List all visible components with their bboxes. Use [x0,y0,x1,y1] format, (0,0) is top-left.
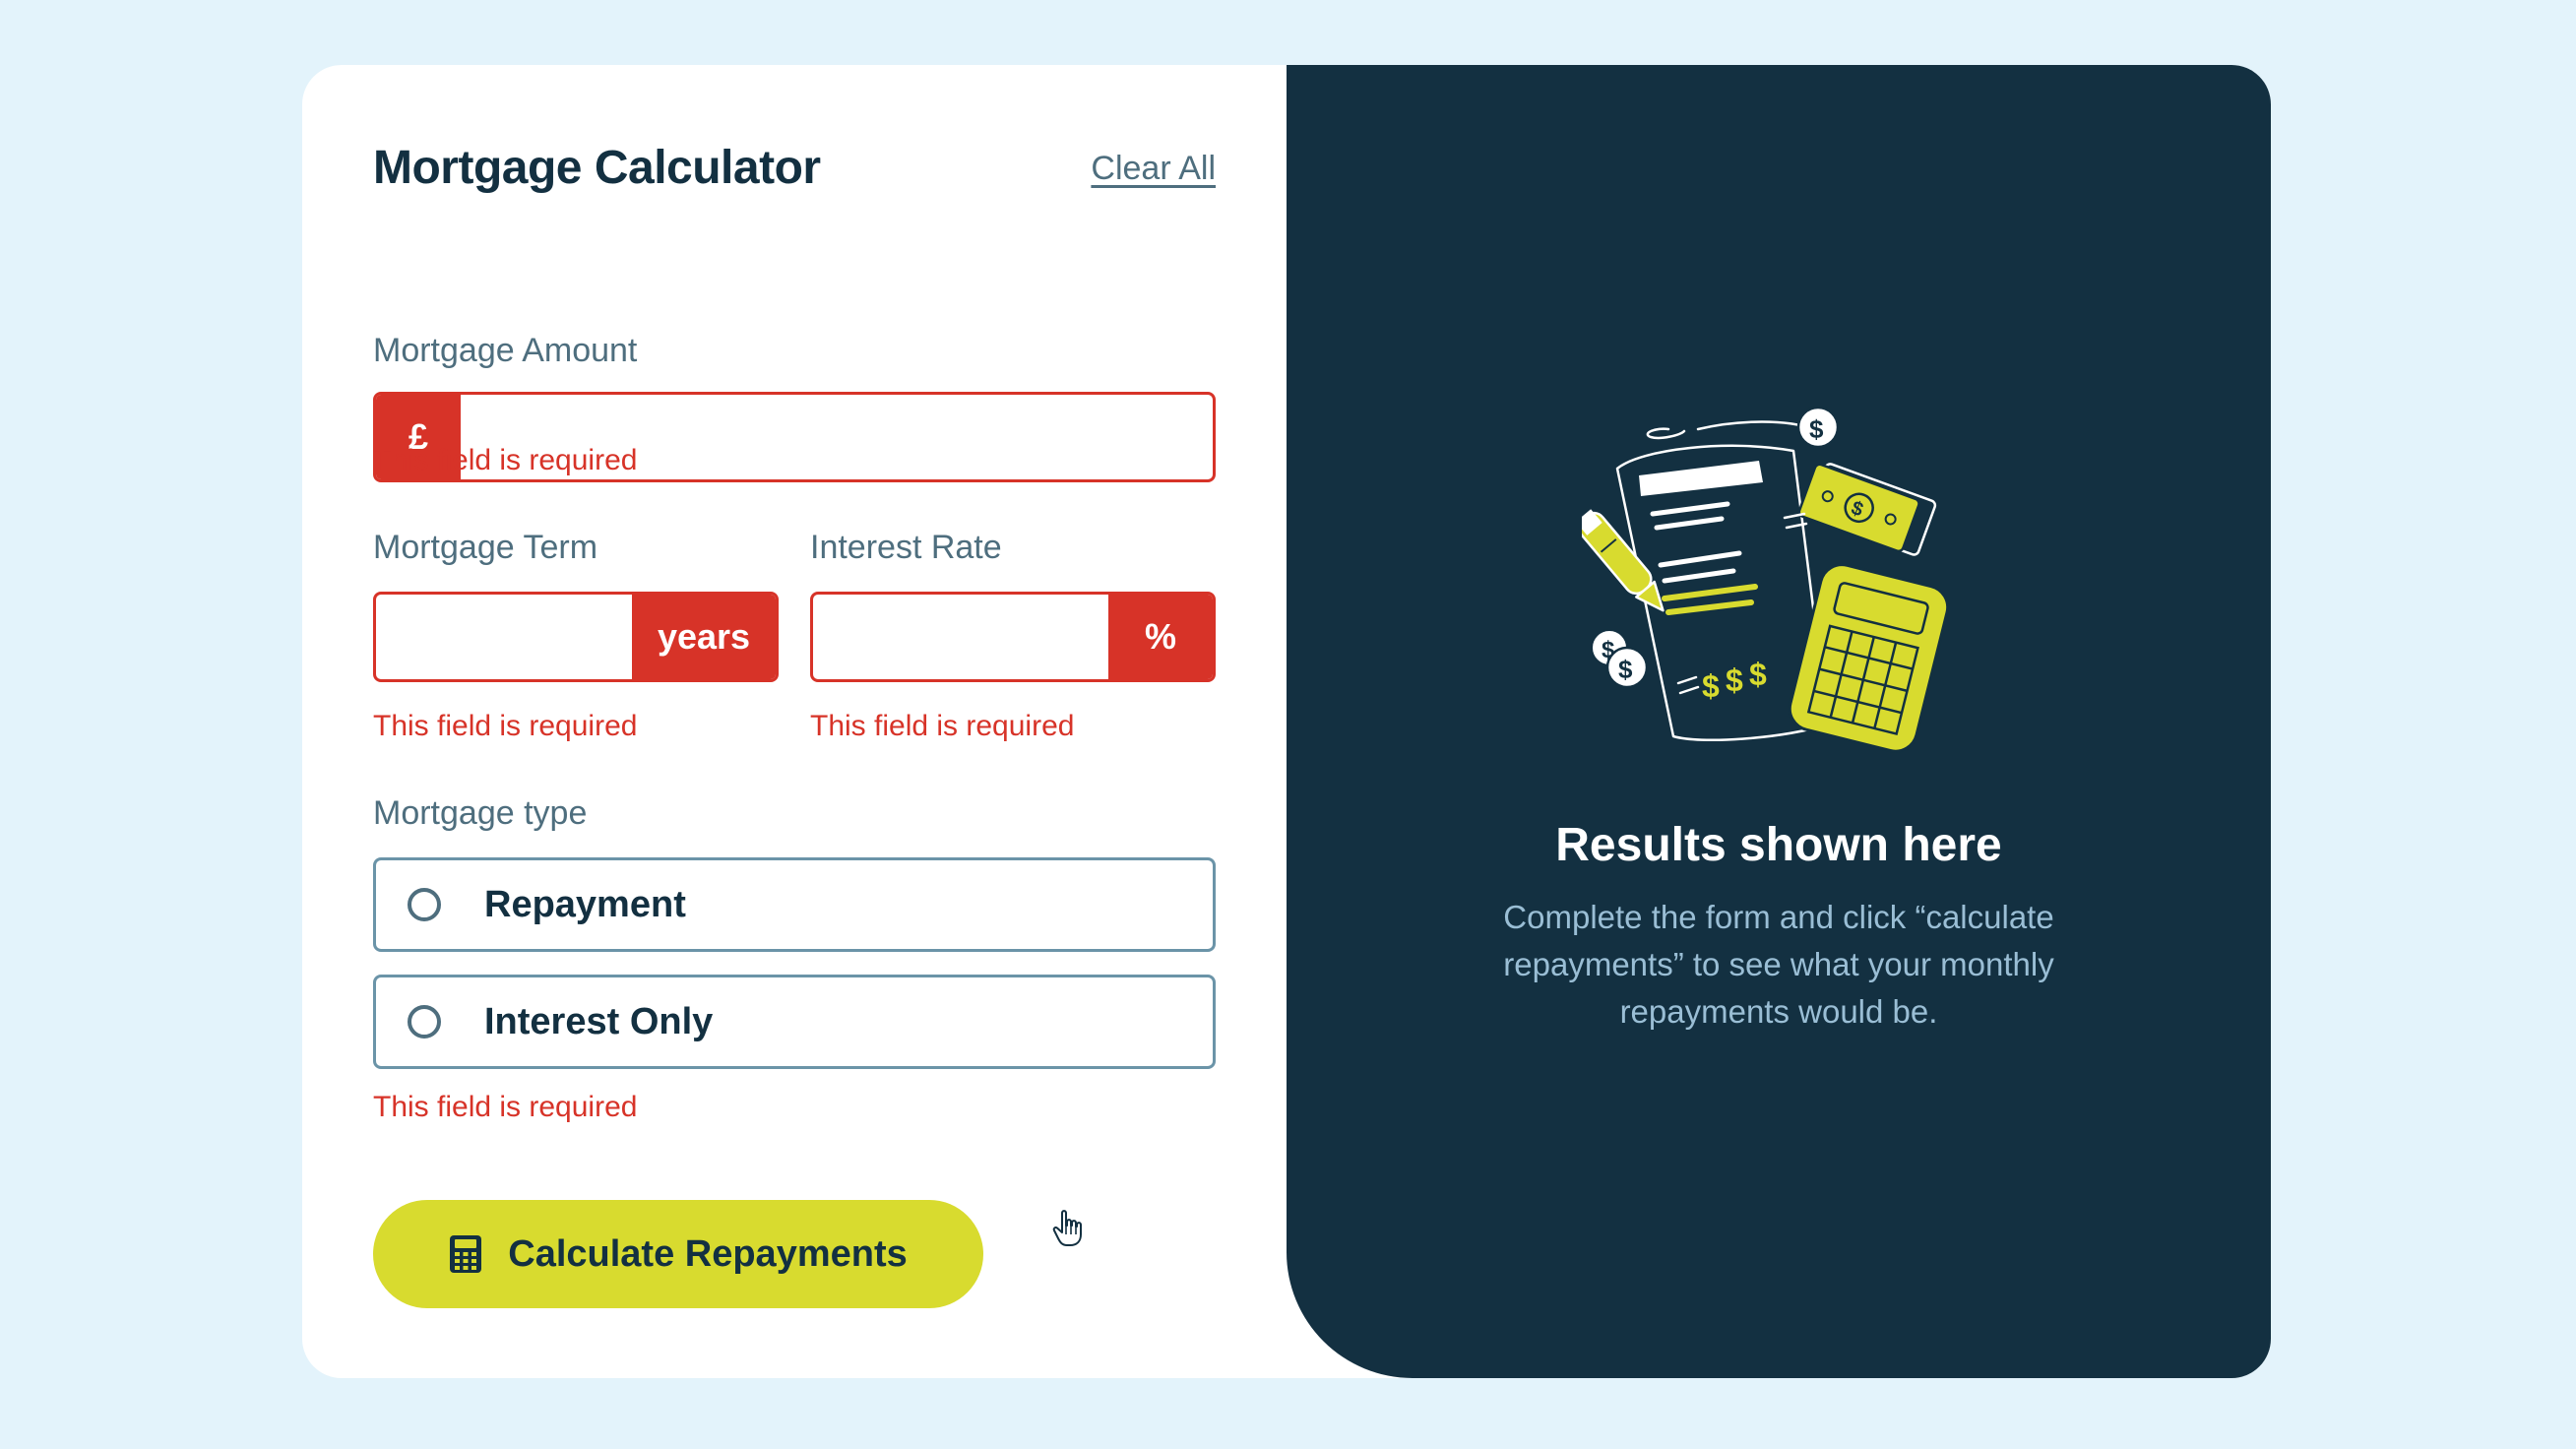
svg-text:$: $ [1749,657,1767,692]
results-title: Results shown here [1555,819,2002,871]
mortgage-term-field: years [373,592,779,682]
calculator-icon [450,1235,482,1273]
mortgage-term-error: This field is required [373,710,638,742]
results-description: Complete the form and click “calculate r… [1503,899,2054,1030]
interest-only-option-label: Interest Only [484,1001,714,1042]
svg-text:$: $ [1726,662,1743,698]
radio-button-repayment[interactable] [408,888,441,921]
interest-rate-label: Interest Rate [810,529,1002,566]
calculate-repayments-button[interactable]: Calculate Repayments [373,1200,983,1308]
calculate-repayments-label: Calculate Repayments [508,1232,908,1275]
hand-pointer-cursor-icon [1052,1210,1082,1246]
results-panel: $ $ $ $ $ $ $ Results shown here Complet… [1287,65,2271,1378]
svg-text:$: $ [1809,414,1824,444]
repayment-option-label: Repayment [484,884,686,925]
mortgage-amount-error: This field is required [373,444,638,476]
percent-suffix: % [1108,595,1213,679]
interest-rate-field: % [810,592,1216,682]
radio-button-interest-only[interactable] [408,1005,441,1039]
mortgage-type-error: This field is required [373,1091,638,1123]
mortgage-term-label: Mortgage Term [373,529,598,566]
mortgage-calculator-card: Mortgage Calculator Clear All Mortgage A… [302,65,2271,1378]
svg-text:$: $ [1702,668,1720,704]
page-title: Mortgage Calculator [373,142,821,194]
empty-results-illustration: $ $ $ $ $ $ $ [1582,406,1950,753]
form-header: Mortgage Calculator Clear All [373,134,1216,203]
svg-text:$: $ [1618,655,1633,684]
interest-rate-input[interactable] [813,595,1114,679]
clear-all-link[interactable]: Clear All [1091,134,1216,203]
mortgage-amount-label: Mortgage Amount [373,332,638,369]
mortgage-term-input[interactable] [376,595,638,679]
mortgage-type-interest-only-option[interactable]: Interest Only [373,975,1216,1069]
mortgage-type-repayment-option[interactable]: Repayment [373,857,1216,952]
mortgage-type-label: Mortgage type [373,794,588,832]
interest-rate-error: This field is required [810,710,1075,742]
term-suffix: years [632,595,776,679]
calculator-form: Mortgage Calculator Clear All Mortgage A… [302,65,1287,1378]
